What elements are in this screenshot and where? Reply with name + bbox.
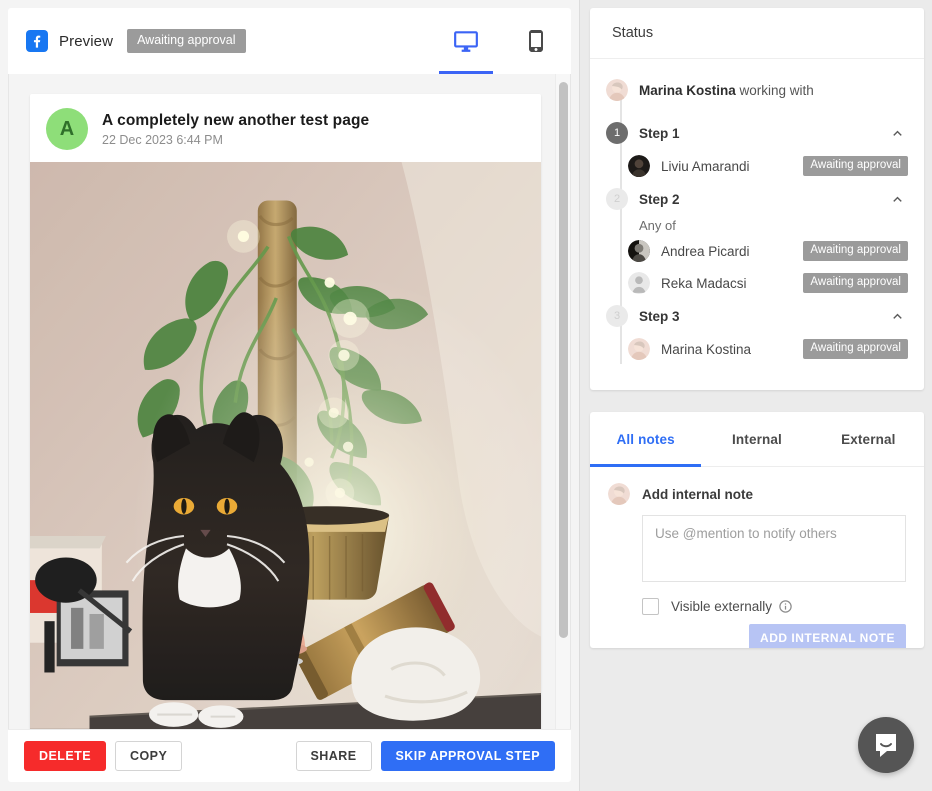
mobile-icon — [529, 30, 543, 52]
approver-row: Andrea Picardi Awaiting approval — [606, 235, 908, 267]
workflow-owner-suffix: working with — [735, 82, 814, 98]
visible-externally-row: Visible externally — [642, 598, 906, 615]
chevron-up-icon[interactable] — [889, 191, 906, 208]
notes-tabs: All notes Internal External — [590, 412, 924, 467]
step-label: Step 1 — [639, 125, 680, 141]
preview-header: Preview Awaiting approval — [8, 8, 571, 74]
approver-name: Marina Kostina — [661, 341, 752, 357]
workflow-owner-text: Marina Kostina working with — [639, 83, 814, 98]
note-composer-header: Add internal note — [608, 483, 906, 505]
skip-approval-step-button[interactable]: SKIP APPROVAL STEP — [380, 740, 555, 772]
avatar — [608, 483, 630, 505]
chevron-up-icon[interactable] — [889, 125, 906, 142]
preview-action-bar: DELETE COPY SHARE SKIP APPROVAL STEP — [8, 729, 571, 782]
status-badge: Awaiting approval — [127, 29, 246, 53]
approval-timeline: Marina Kostina working with 1 Step 1 Liv… — [590, 59, 924, 365]
approver-name: Andrea Picardi — [661, 243, 750, 259]
note-composer: Add internal note Visible externally ADD… — [590, 467, 924, 648]
workflow-owner: Marina Kostina working with — [606, 75, 908, 105]
note-composer-label: Add internal note — [642, 486, 753, 502]
post-header: A A completely new another test page 22 … — [30, 94, 541, 162]
approver-status-badge: Awaiting approval — [803, 272, 908, 294]
page-avatar: A — [46, 108, 88, 150]
info-icon[interactable] — [778, 599, 793, 614]
status-panel-heading: Status — [590, 8, 924, 59]
avatar — [628, 338, 650, 360]
notes-panel: All notes Internal External Add internal… — [590, 412, 924, 648]
avatar — [606, 79, 628, 101]
add-internal-note-button[interactable]: ADD INTERNAL NOTE — [749, 624, 906, 648]
preview-scroll-area[interactable]: A A completely new another test page 22 … — [8, 74, 571, 729]
approver-status-badge: Awaiting approval — [803, 155, 908, 177]
step-label: Step 3 — [639, 308, 680, 324]
avatar — [628, 155, 650, 177]
chevron-up-icon[interactable] — [889, 308, 906, 325]
avatar-placeholder — [628, 272, 650, 294]
preview-scrollbar-track[interactable] — [555, 74, 570, 729]
desktop-preview-toggle[interactable] — [431, 8, 501, 74]
approver-row: Marina Kostina Awaiting approval — [606, 333, 908, 365]
delete-button[interactable]: DELETE — [24, 740, 107, 772]
any-of-label: Any of — [639, 218, 676, 233]
workflow-owner-name: Marina Kostina — [639, 82, 736, 98]
intercom-launcher-button[interactable] — [858, 717, 914, 773]
sidebar-column: Status Marina Kostina working with 1 Ste… — [580, 0, 932, 791]
visible-externally-checkbox[interactable] — [642, 598, 659, 615]
approver-name: Liviu Amarandi — [661, 158, 750, 174]
post-meta: A completely new another test page 22 De… — [102, 112, 369, 147]
post-image — [30, 162, 541, 729]
mobile-preview-toggle[interactable] — [501, 8, 571, 74]
visible-externally-label: Visible externally — [671, 599, 773, 614]
step-number-badge: 1 — [606, 122, 628, 144]
share-button[interactable]: SHARE — [295, 740, 372, 772]
preview-title: Preview — [59, 32, 114, 50]
approver-row: Liviu Amarandi Awaiting approval — [606, 150, 908, 182]
tab-internal[interactable]: Internal — [701, 412, 812, 466]
page-name: A completely new another test page — [102, 111, 370, 129]
approver-name: Reka Madacsi — [661, 275, 747, 291]
step-header-2[interactable]: 2 Step 2 — [606, 182, 908, 216]
approver-status-badge: Awaiting approval — [803, 240, 908, 262]
avatar — [628, 240, 650, 262]
step-label: Step 2 — [639, 191, 680, 207]
step-number-badge: 2 — [606, 188, 628, 210]
tab-all-notes[interactable]: All notes — [590, 412, 702, 467]
preview-column: Preview Awaiting approval A A completely… — [0, 0, 580, 791]
preview-scrollbar-thumb[interactable] — [559, 82, 568, 638]
approver-status-badge: Awaiting approval — [803, 338, 908, 360]
step-header-3[interactable]: 3 Step 3 — [606, 299, 908, 333]
approver-row: Reka Madacsi Awaiting approval — [606, 267, 908, 299]
step-header-1[interactable]: 1 Step 1 — [606, 116, 908, 150]
facebook-post-card: A A completely new another test page 22 … — [30, 94, 541, 729]
desktop-icon — [454, 31, 478, 52]
device-toggle-group — [431, 8, 571, 74]
copy-button[interactable]: COPY — [115, 740, 183, 772]
approval-preview-app: Preview Awaiting approval A A completely… — [0, 0, 932, 791]
step-number-badge: 3 — [606, 305, 628, 327]
facebook-icon — [26, 30, 48, 52]
status-panel: Status Marina Kostina working with 1 Ste… — [590, 8, 924, 390]
note-input[interactable] — [642, 515, 906, 582]
chat-bubble-icon — [876, 734, 896, 757]
post-date: 22 Dec 2023 6:44 PM — [102, 132, 223, 147]
tab-external[interactable]: External — [813, 412, 924, 466]
